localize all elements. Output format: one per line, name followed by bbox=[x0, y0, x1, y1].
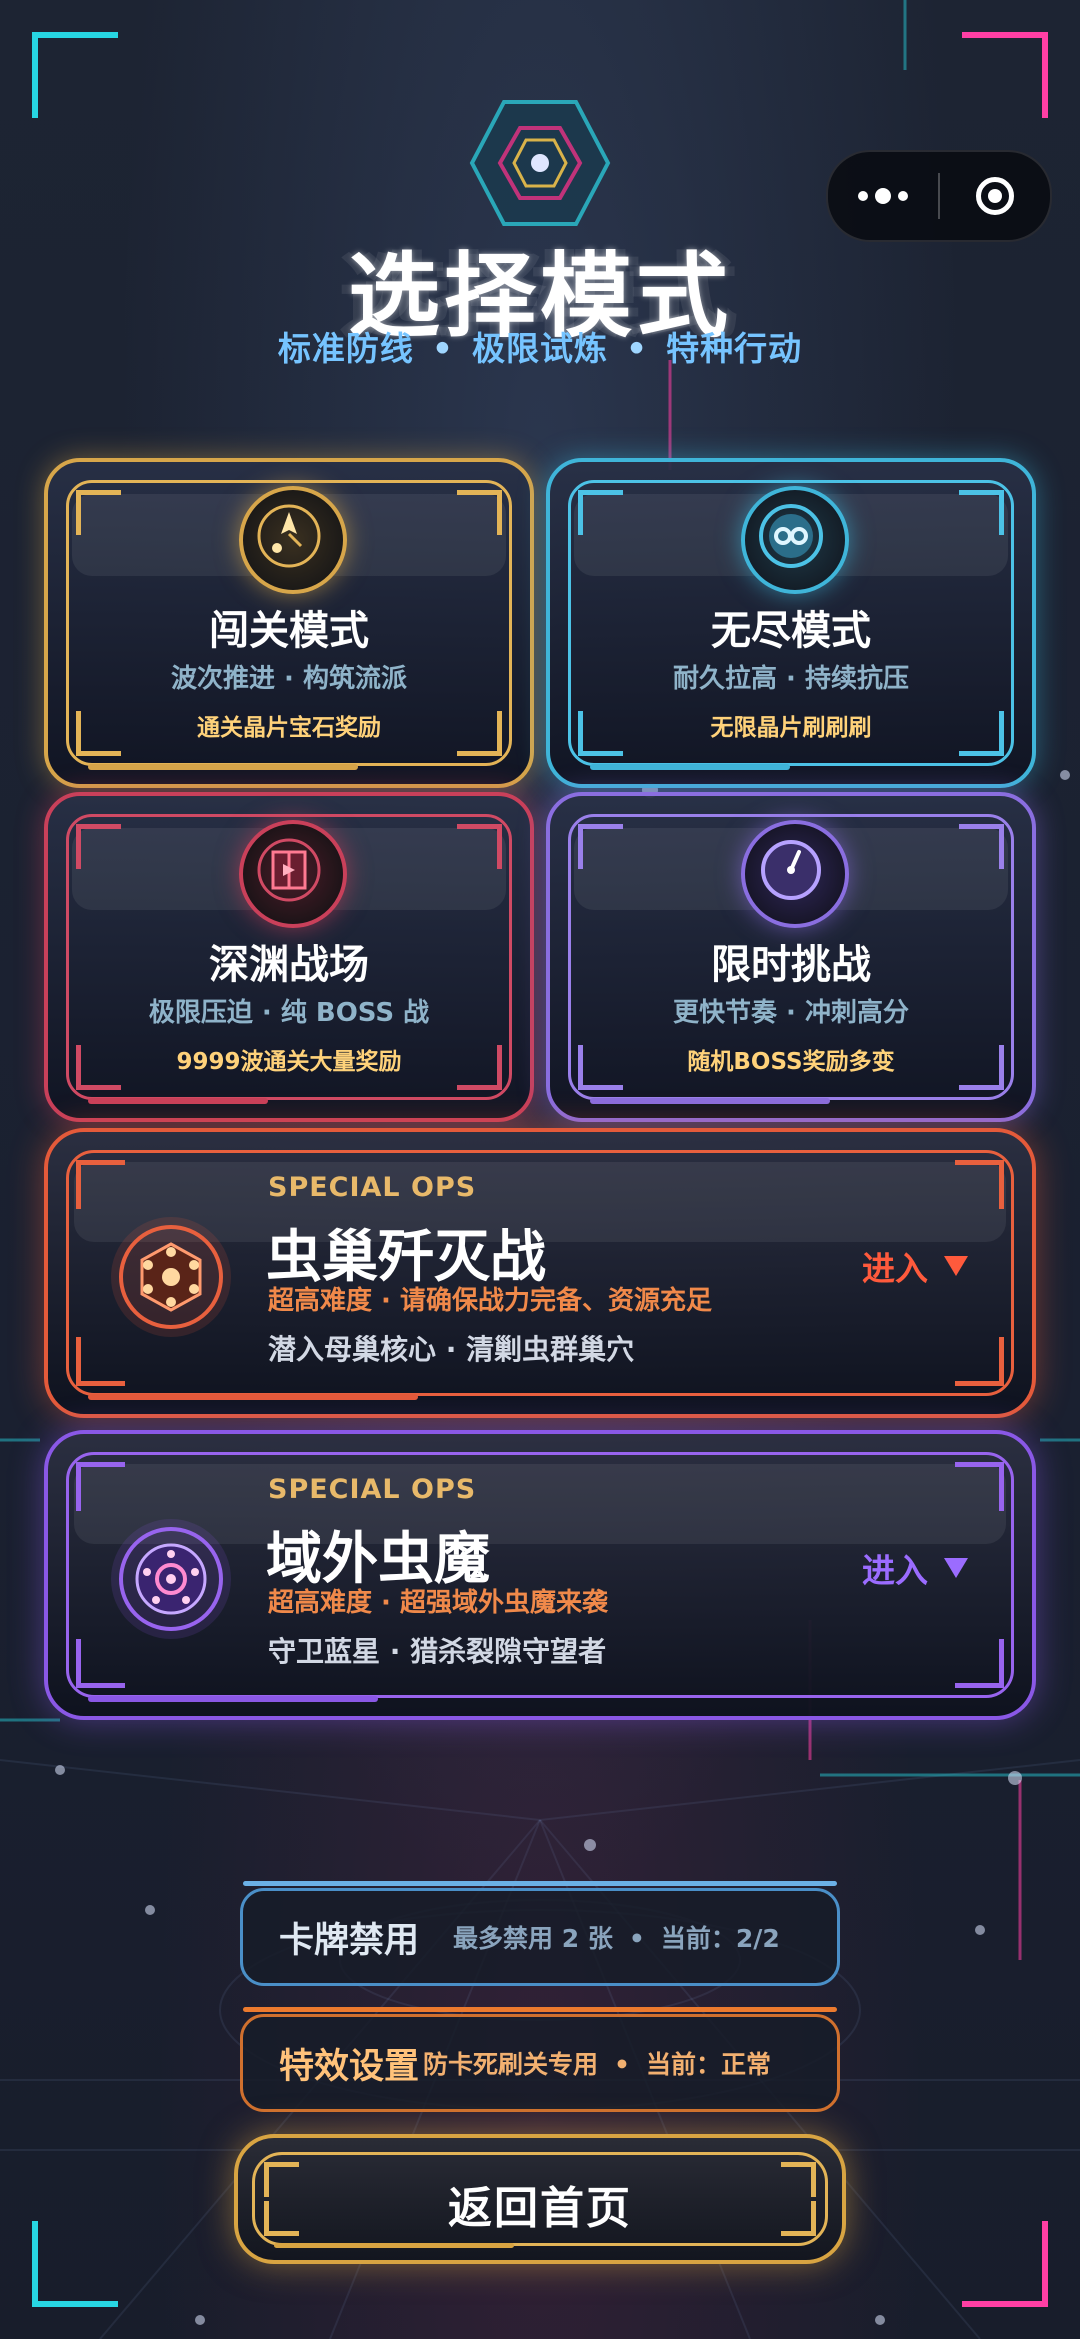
subtitle-item: 极限试炼 bbox=[472, 329, 608, 368]
special-ops-warning: 超高难度 · 超强域外虫魔来袭 bbox=[268, 1588, 608, 1618]
subtitle-item: 特种行动 bbox=[666, 329, 803, 368]
mode-name: 闯关模式 bbox=[209, 608, 369, 654]
mode-name: 限时挑战 bbox=[711, 942, 871, 988]
compass-icon bbox=[239, 486, 347, 594]
special-ops-tag: SPECIAL OPS bbox=[268, 1474, 477, 1505]
special-ops-rift-card[interactable]: SPECIAL OPS 域外虫魔 超高难度 · 超强域外虫魔来袭 守卫蓝星 · … bbox=[44, 1430, 1036, 1720]
card-accent-bar bbox=[590, 764, 790, 770]
back-home-label: 返回首页 bbox=[448, 2183, 632, 2234]
mode-card-endless[interactable]: 无尽模式 耐久拉高 · 持续抗压 无限晶片刷刷刷 bbox=[546, 458, 1036, 788]
setting-label: 特效设置 bbox=[279, 2046, 420, 2087]
corner-bracket-bottom-left bbox=[32, 2221, 118, 2307]
setting-info: 最多禁用 2 张 • 当前：2/2 bbox=[453, 1924, 780, 1953]
enter-button[interactable]: 进入 bbox=[862, 1544, 968, 1592]
corner-bracket-bottom-right bbox=[962, 2221, 1048, 2307]
abyss-gate-icon bbox=[239, 820, 347, 928]
setting-info: 防卡死刷关专用 • 当前：正常 bbox=[423, 2050, 772, 2079]
mode-description: 更快节奏 · 冲刺高分 bbox=[673, 998, 909, 1028]
special-ops-subtitle: 守卫蓝星 · 猎杀裂隙守望者 bbox=[268, 1635, 607, 1668]
mode-card-timed[interactable]: 限时挑战 更快节奏 · 冲刺高分 随机BOSS奖励多变 bbox=[546, 792, 1036, 1122]
mode-reward: 9999波通关大量奖励 bbox=[176, 1049, 402, 1075]
button-accent-bar bbox=[274, 2243, 514, 2248]
corner-bracket-top-left bbox=[32, 32, 118, 118]
hexagon-emblem-icon bbox=[469, 100, 611, 226]
mode-card-stage[interactable]: 闯关模式 波次推进 · 构筑流派 通关晶片宝石奖励 bbox=[44, 458, 534, 788]
rift-emblem-icon bbox=[111, 1519, 231, 1639]
enter-label: 进入 bbox=[862, 1551, 928, 1590]
special-ops-warning: 超高难度 · 请确保战力完备、资源充足 bbox=[268, 1286, 712, 1316]
mode-reward: 随机BOSS奖励多变 bbox=[687, 1049, 895, 1075]
setting-accent-line bbox=[243, 1881, 837, 1886]
mode-name: 无尽模式 bbox=[711, 608, 871, 654]
mode-name: 深渊战场 bbox=[209, 942, 369, 988]
enter-button[interactable]: 进入 bbox=[862, 1242, 968, 1290]
mode-select-screen: 选择模式 标准防线 • 极限试炼 • 特种行动 闯关模式 波次推进 · 构筑流派 通关晶… bbox=[0, 0, 1080, 2339]
enter-label: 进入 bbox=[862, 1249, 928, 1288]
card-accent-bar bbox=[88, 1696, 378, 1702]
infinity-icon bbox=[741, 486, 849, 594]
stopwatch-icon bbox=[741, 820, 849, 928]
card-accent-bar bbox=[88, 1394, 418, 1400]
special-ops-hive-card[interactable]: SPECIAL OPS 虫巢歼灭战 超高难度 · 请确保战力完备、资源充足 潜入… bbox=[44, 1128, 1036, 1418]
triangle-down-icon bbox=[944, 1256, 968, 1276]
card-accent-bar bbox=[88, 1098, 268, 1104]
effects-setting-button[interactable]: 特效设置 防卡死刷关专用 • 当前：正常 bbox=[240, 2007, 840, 2112]
mode-reward: 无限晶片刷刷刷 bbox=[710, 715, 872, 741]
mode-description: 耐久拉高 · 持续抗压 bbox=[673, 664, 909, 694]
triangle-down-icon bbox=[944, 1558, 968, 1578]
target-close-icon[interactable] bbox=[940, 177, 1050, 215]
page-subtitle: 标准防线 • 极限试炼 • 特种行动 bbox=[277, 329, 803, 368]
mode-description: 波次推进 · 构筑流派 bbox=[171, 664, 407, 694]
setting-accent-line bbox=[243, 2007, 837, 2012]
special-ops-subtitle: 潜入母巢核心 · 清剿虫群巢穴 bbox=[268, 1333, 635, 1366]
card-accent-bar bbox=[590, 1098, 830, 1104]
hive-emblem-icon bbox=[111, 1217, 231, 1337]
more-dots-icon[interactable] bbox=[828, 188, 938, 204]
special-ops-tag: SPECIAL OPS bbox=[268, 1172, 477, 1203]
subtitle-item: 标准防线 bbox=[277, 329, 414, 368]
mode-card-abyss[interactable]: 深渊战场 极限压迫 · 纯 BOSS 战 9999波通关大量奖励 bbox=[44, 792, 534, 1122]
card-ban-setting-button[interactable]: 卡牌禁用 最多禁用 2 张 • 当前：2/2 bbox=[240, 1881, 840, 1986]
card-accent-bar bbox=[88, 764, 358, 770]
corner-bracket-top-right bbox=[962, 32, 1048, 118]
back-home-button[interactable]: 返回首页 bbox=[234, 2134, 846, 2264]
setting-label: 卡牌禁用 bbox=[279, 1920, 420, 1961]
mode-description: 极限压迫 · 纯 BOSS 战 bbox=[148, 998, 430, 1028]
mode-reward: 通关晶片宝石奖励 bbox=[197, 715, 381, 741]
